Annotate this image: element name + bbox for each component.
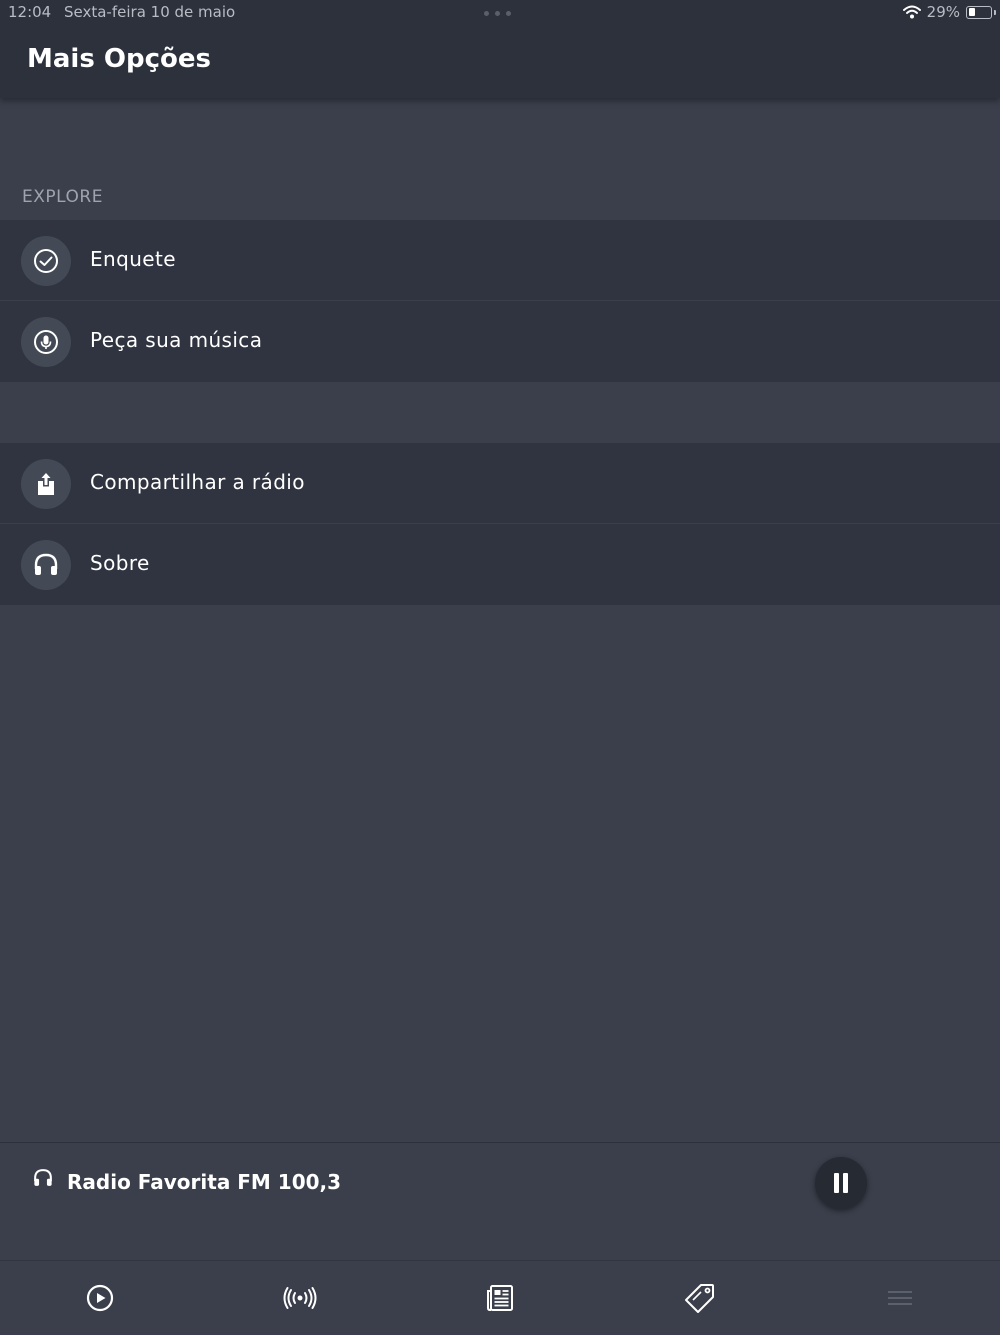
share-icon <box>21 459 71 509</box>
station-name: Radio Favorita FM 100,3 <box>67 1170 342 1194</box>
menu-item-label: Sobre <box>90 551 150 575</box>
menu-group-explore: Enquete Peça sua música <box>0 220 1000 382</box>
menu-group-other: Compartilhar a rádio Sobre <box>0 443 1000 605</box>
menu-item-label: Enquete <box>90 247 176 271</box>
headphones-icon <box>34 1169 52 1186</box>
news-icon <box>487 1285 513 1311</box>
menu-item-peca-sua-musica[interactable]: Peça sua música <box>0 301 1000 382</box>
tab-bar <box>0 1260 1000 1334</box>
battery-icon <box>966 5 996 19</box>
tab-more-options[interactable] <box>800 1261 1000 1335</box>
tab-news[interactable] <box>400 1261 600 1335</box>
status-date: Sexta-feira 10 de maio <box>64 3 236 21</box>
pause-button[interactable] <box>815 1157 867 1209</box>
multitasking-dots[interactable] <box>484 11 511 16</box>
tab-promotions[interactable] <box>600 1261 800 1335</box>
status-time: 12:04 <box>8 3 52 21</box>
menu-item-label: Compartilhar a rádio <box>90 470 305 494</box>
pause-icon <box>834 1173 848 1193</box>
tag-icon <box>685 1284 714 1313</box>
tab-player[interactable] <box>0 1261 200 1335</box>
page-title: Mais Opções <box>27 44 211 74</box>
status-bar: 12:04 Sexta-feira 10 de maio 29% <box>0 0 1000 26</box>
menu-icon <box>888 1291 912 1305</box>
battery-percent: 29% <box>926 3 960 21</box>
app-header: 12:04 Sexta-feira 10 de maio 29% Mais Op… <box>0 0 1000 98</box>
battery-level <box>968 8 975 16</box>
menu-item-compartilhar[interactable]: Compartilhar a rádio <box>0 443 1000 524</box>
microphone-icon <box>21 317 71 367</box>
menu-item-sobre[interactable]: Sobre <box>0 524 1000 605</box>
now-playing-bar[interactable]: Radio Favorita FM 100,3 <box>0 1142 1000 1260</box>
menu-item-label: Peça sua música <box>90 328 263 352</box>
headphones-icon <box>21 540 71 590</box>
wifi-icon <box>902 5 921 19</box>
menu-item-enquete[interactable]: Enquete <box>0 220 1000 301</box>
broadcast-icon <box>283 1287 317 1309</box>
status-indicators: 29% <box>902 3 996 21</box>
tab-live[interactable] <box>200 1261 400 1335</box>
play-circle-icon <box>86 1284 114 1312</box>
check-circle-icon <box>21 236 71 286</box>
section-label-explore: EXPLORE <box>22 187 103 207</box>
